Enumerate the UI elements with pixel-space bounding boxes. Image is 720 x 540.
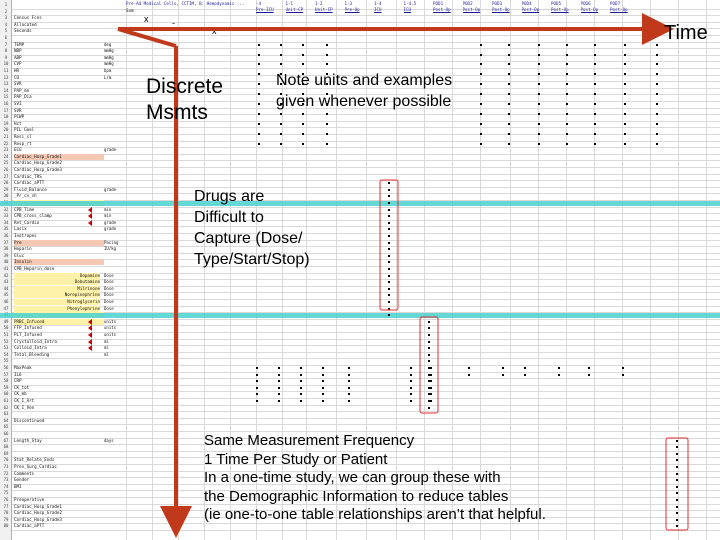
same-line-5: (ie one-to-one table relationships aren’… [204,506,546,523]
discrete-line-1: Discrete [146,75,224,98]
fluids-box [419,316,439,414]
discrete-line-2: Msmts [146,101,208,124]
same-frequency-label: Same Measurement Frequency 1 Time Per St… [204,432,546,525]
note-units-label: Note units and examples given whenever p… [276,70,452,112]
time-label: Time [664,22,708,44]
drugs-box [379,179,399,311]
same-line-2: 1 Time Per Study or Patient [204,450,388,468]
same-line-3: In a one-time study, we can group these … [204,469,501,486]
drugs-line-4: Type/Start/Stop) [194,251,310,268]
drugs-line-3: Capture (Dose/ [194,230,303,247]
note-line-2: given whenever possible [276,93,452,110]
drugs-line-2: Difficult to [194,209,264,226]
drugs-line-1: Drugs are [194,188,265,205]
note-line-1: Note units and examples [276,72,453,89]
discrete-msmts-label: Discrete Msmts [146,74,223,126]
drugs-label: Drugs are Difficult to Capture (Dose/ Ty… [194,186,310,270]
summary-box [665,437,689,531]
time-arrow-origin [117,27,177,48]
same-line-4: the Demographic Information to reduce ta… [204,487,509,505]
same-line-1: Same Measurement Frequency [204,432,415,449]
